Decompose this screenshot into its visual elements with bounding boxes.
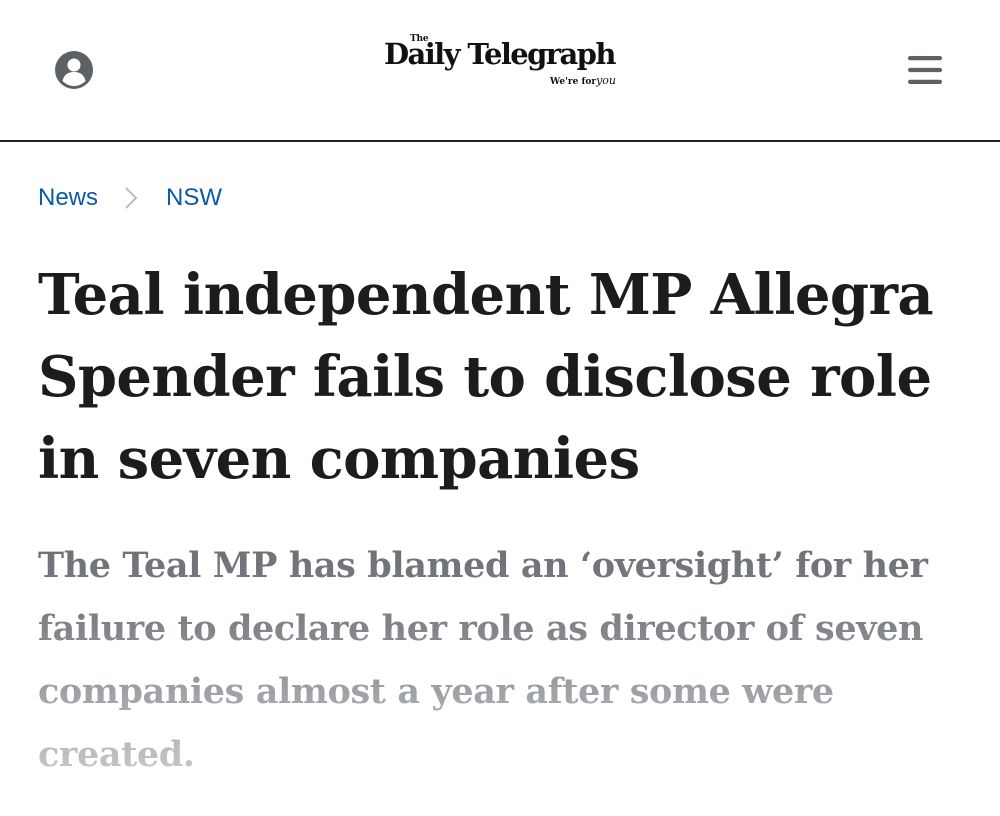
article-headline: Teal independent MP Allegra Spender fail… (38, 262, 934, 492)
chevron-right-icon (124, 186, 138, 210)
article-page: The Daily Telegraph We're foryou News NS… (0, 0, 1000, 816)
logo-tagline: We're foryou (550, 74, 616, 87)
breadcrumb-item-news[interactable]: News (38, 184, 98, 212)
breadcrumb-item-nsw[interactable]: NSW (166, 184, 222, 212)
account-button[interactable] (54, 50, 94, 90)
logo-tagline-emphasis: you (596, 74, 616, 87)
menu-button[interactable] (906, 52, 944, 88)
site-logo[interactable]: The Daily Telegraph We're foryou (384, 34, 616, 94)
breadcrumb: News NSW (38, 180, 222, 216)
user-circle-icon (54, 50, 94, 90)
logo-wordmark: Daily Telegraph (384, 37, 616, 71)
site-header: The Daily Telegraph We're foryou (0, 0, 1000, 142)
article-standfirst: The Teal MP has blamed an ‘oversight’ fo… (38, 534, 978, 786)
hamburger-menu-icon (906, 52, 944, 88)
logo-tagline-prefix: We're for (550, 77, 597, 87)
